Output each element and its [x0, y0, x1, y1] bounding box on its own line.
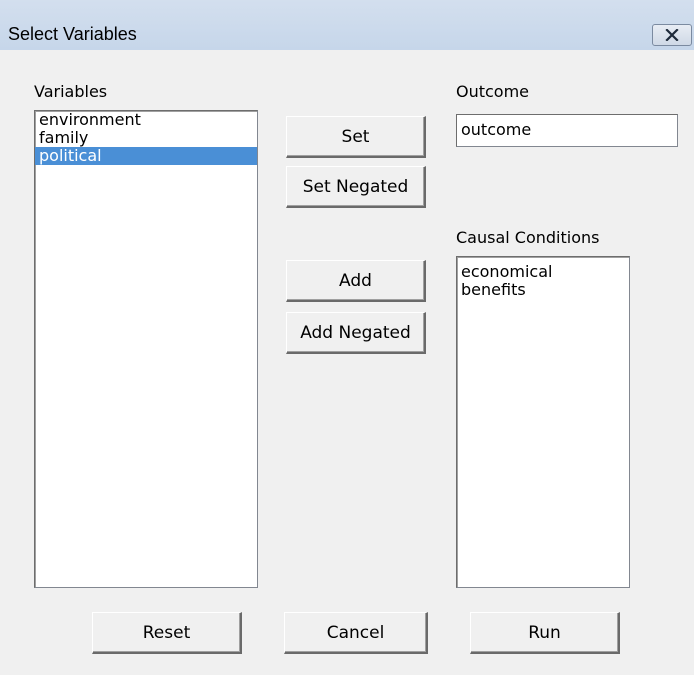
select-variables-dialog: Select Variables Variables environment f…: [0, 0, 694, 675]
close-button[interactable]: [652, 24, 692, 46]
set-negated-button[interactable]: Set Negated: [286, 166, 426, 208]
variables-list[interactable]: environment family political: [34, 110, 258, 588]
set-button[interactable]: Set: [286, 116, 426, 158]
close-icon: [665, 29, 679, 41]
list-item-environment[interactable]: environment: [35, 111, 257, 129]
outcome-field[interactable]: outcome: [456, 114, 678, 147]
list-item-economical[interactable]: economical: [457, 263, 629, 281]
add-button[interactable]: Add: [286, 260, 426, 302]
causal-conditions-label: Causal Conditions: [456, 228, 600, 247]
run-button[interactable]: Run: [470, 612, 620, 654]
cancel-button[interactable]: Cancel: [284, 612, 428, 654]
window-title: Select Variables: [8, 24, 137, 44]
list-item-family[interactable]: family: [35, 129, 257, 147]
variables-label: Variables: [34, 82, 108, 101]
outcome-label: Outcome: [456, 82, 530, 101]
causal-conditions-list[interactable]: economical benefits: [456, 256, 630, 588]
list-item-benefits[interactable]: benefits: [457, 281, 629, 299]
title-bar: Select Variables: [0, 0, 694, 50]
add-negated-button[interactable]: Add Negated: [286, 312, 426, 354]
list-item-political[interactable]: political: [35, 147, 257, 165]
reset-button[interactable]: Reset: [92, 612, 242, 654]
